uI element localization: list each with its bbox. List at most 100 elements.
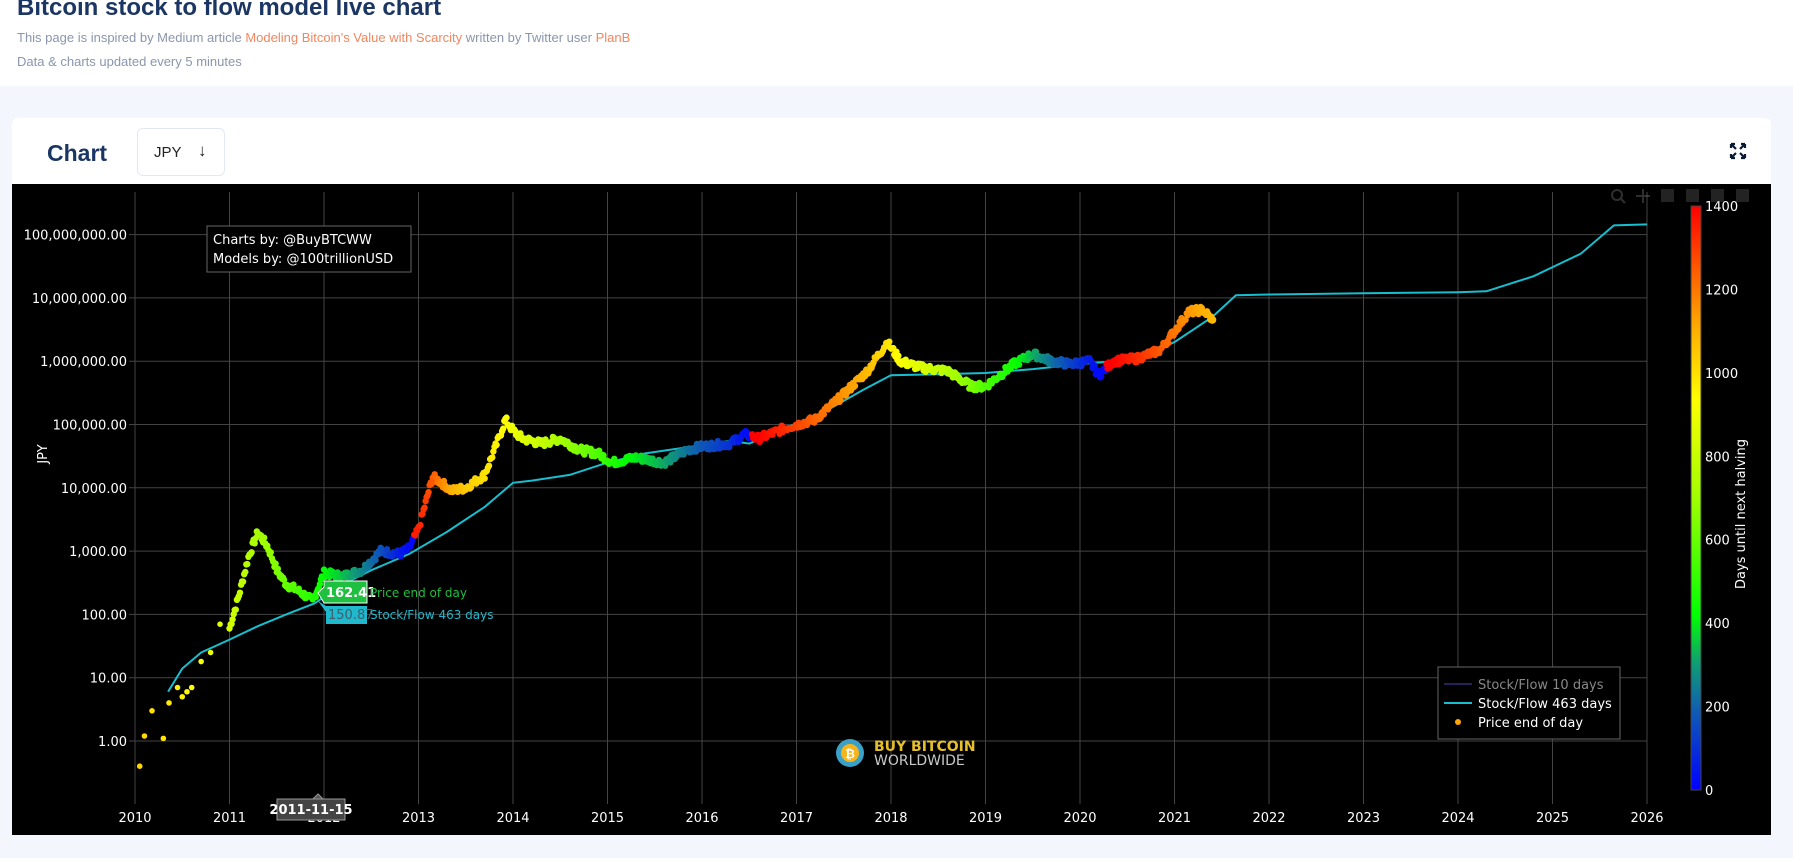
toolbar-glyph	[1736, 189, 1749, 202]
currency-select[interactable]: JPY ↓	[137, 128, 225, 176]
intro-middle: written by Twitter user	[462, 30, 596, 45]
y-tick-label: 100,000,000.00	[24, 229, 127, 244]
date-hover-label: 2011-11-15	[269, 803, 352, 818]
article-link[interactable]: Modeling Bitcoin's Value with Scarcity	[245, 30, 462, 45]
price-point[interactable]	[236, 589, 244, 596]
x-tick-label: 2023	[1347, 811, 1380, 826]
expand-icon[interactable]	[1729, 142, 1747, 160]
x-tick-label: 2025	[1536, 811, 1569, 826]
page-header: Bitcoin stock to flow model live chart T…	[0, 0, 1793, 86]
logo-text-bottom: WORLDWIDE	[874, 753, 965, 769]
toolbar-glyph	[1686, 189, 1699, 202]
zoom-out-icon[interactable]	[1686, 189, 1699, 202]
x-tick-label: 2017	[780, 811, 813, 826]
price-point[interactable]	[149, 707, 155, 714]
x-tick-label: 2020	[1063, 811, 1096, 826]
price-point[interactable]	[207, 649, 214, 656]
price-point[interactable]	[481, 475, 488, 482]
x-tick-label: 2016	[685, 811, 718, 826]
price-point[interactable]	[174, 684, 181, 691]
price-series[interactable]	[136, 303, 1217, 769]
y-axis: 1.00 10.00 100.00 1,000.00 10,000.00 100,000.…	[24, 229, 127, 750]
price-point[interactable]	[179, 693, 186, 700]
author-link[interactable]: PlanB	[596, 30, 631, 45]
price-point[interactable]	[267, 549, 274, 556]
chart-card-header: Chart JPY ↓	[12, 118, 1771, 184]
price-point[interactable]	[244, 560, 251, 568]
reset-axes-icon[interactable]	[1736, 189, 1749, 202]
price-point[interactable]	[217, 621, 223, 628]
pan-icon[interactable]	[1636, 189, 1650, 203]
price-point[interactable]	[141, 733, 148, 739]
price-hover-series: Price end of day	[370, 586, 467, 600]
zoom-in-icon[interactable]	[1661, 189, 1674, 202]
credits-annotation: Charts by: @BuyBTCWW Models by: @100tril…	[206, 225, 412, 273]
y-tick-label: 10,000.00	[61, 482, 127, 497]
legend-label-sf463: Stock/Flow 463 days	[1478, 697, 1612, 712]
price-point[interactable]	[820, 411, 827, 418]
price-point[interactable]	[198, 658, 204, 665]
price-point[interactable]	[1208, 315, 1217, 324]
zoom-glyph	[1611, 189, 1623, 201]
price-point[interactable]	[372, 556, 379, 564]
price-point[interactable]	[383, 546, 391, 553]
chart-area[interactable]: 1.00 10.00 100.00 1,000.00 10,000.00 100,000.…	[12, 184, 1771, 835]
price-point[interactable]	[489, 454, 496, 461]
price-point[interactable]	[1097, 373, 1105, 380]
x-tick-label: 2024	[1441, 811, 1474, 826]
colorbar-gradient	[1690, 205, 1702, 791]
date-hover-pointer	[311, 793, 325, 800]
price-point[interactable]	[421, 504, 428, 511]
y-tick-label: 100.00	[82, 608, 128, 623]
price-point[interactable]	[248, 549, 255, 556]
price-point[interactable]	[493, 441, 500, 449]
price-point[interactable]	[232, 606, 239, 613]
zoom-icon[interactable]	[1611, 189, 1626, 204]
price-point[interactable]	[242, 568, 249, 576]
x-tick-label: 2019	[969, 811, 1002, 826]
price-point[interactable]	[160, 735, 167, 742]
price-point[interactable]	[1015, 361, 1023, 368]
price-point[interactable]	[166, 700, 172, 706]
chart-svg[interactable]: 1.00 10.00 100.00 1,000.00 10,000.00 100,000.…	[12, 184, 1771, 835]
colorbar-tick-label: 0	[1705, 784, 1713, 799]
price-point[interactable]	[851, 382, 859, 390]
legend-label-price: Price end of day	[1478, 716, 1583, 731]
price-point[interactable]	[136, 763, 143, 769]
annotation-line-2: Models by: @100trillionUSD	[213, 252, 393, 267]
buy-bitcoin-worldwide-logo: ₿ BUY BITCOIN WORLDWIDE	[836, 739, 976, 769]
zoom-handle	[1620, 198, 1626, 204]
price-point[interactable]	[425, 489, 432, 496]
x-tick-label: 2021	[1158, 811, 1191, 826]
autoscale-icon[interactable]	[1711, 189, 1724, 202]
colorbar-tick-label: 1400	[1705, 200, 1738, 215]
price-point[interactable]	[188, 684, 195, 691]
page-title: Bitcoin stock to flow model live chart	[17, 0, 442, 21]
y-tick-label: 1,000.00	[69, 545, 127, 560]
legend[interactable]: Stock/Flow 10 days Stock/Flow 463 days P…	[1437, 666, 1621, 740]
price-point[interactable]	[581, 451, 588, 458]
currency-select-value: JPY	[154, 144, 182, 161]
y-axis-label: JPY	[36, 444, 51, 464]
grid	[129, 192, 1648, 804]
price-point[interactable]	[417, 521, 424, 529]
price-point[interactable]	[503, 414, 510, 421]
x-tick-label: 2011	[213, 811, 246, 826]
price-point[interactable]	[261, 534, 268, 541]
x-tick-label: 2015	[591, 811, 624, 826]
x-tick-label: 2014	[496, 811, 529, 826]
price-point[interactable]	[184, 688, 190, 695]
colorbar-tick-label: 800	[1705, 450, 1730, 465]
colorbar-tick-label: 1000	[1705, 367, 1738, 382]
x-tick-label: 2022	[1252, 811, 1285, 826]
colorbar-tick-label: 1200	[1705, 283, 1738, 298]
colorbar-title: Days until next halving	[1734, 439, 1749, 589]
y-tick-label: 1,000,000.00	[40, 355, 127, 370]
price-point[interactable]	[886, 338, 893, 345]
price-point[interactable]	[1165, 339, 1172, 347]
price-point[interactable]	[239, 578, 247, 585]
price-point[interactable]	[485, 462, 493, 469]
x-tick-label: 2026	[1630, 811, 1663, 826]
price-point[interactable]	[895, 352, 902, 359]
hover-tooltips: 162.41 Price end of day 150.87 Stock/Flo…	[269, 580, 494, 821]
